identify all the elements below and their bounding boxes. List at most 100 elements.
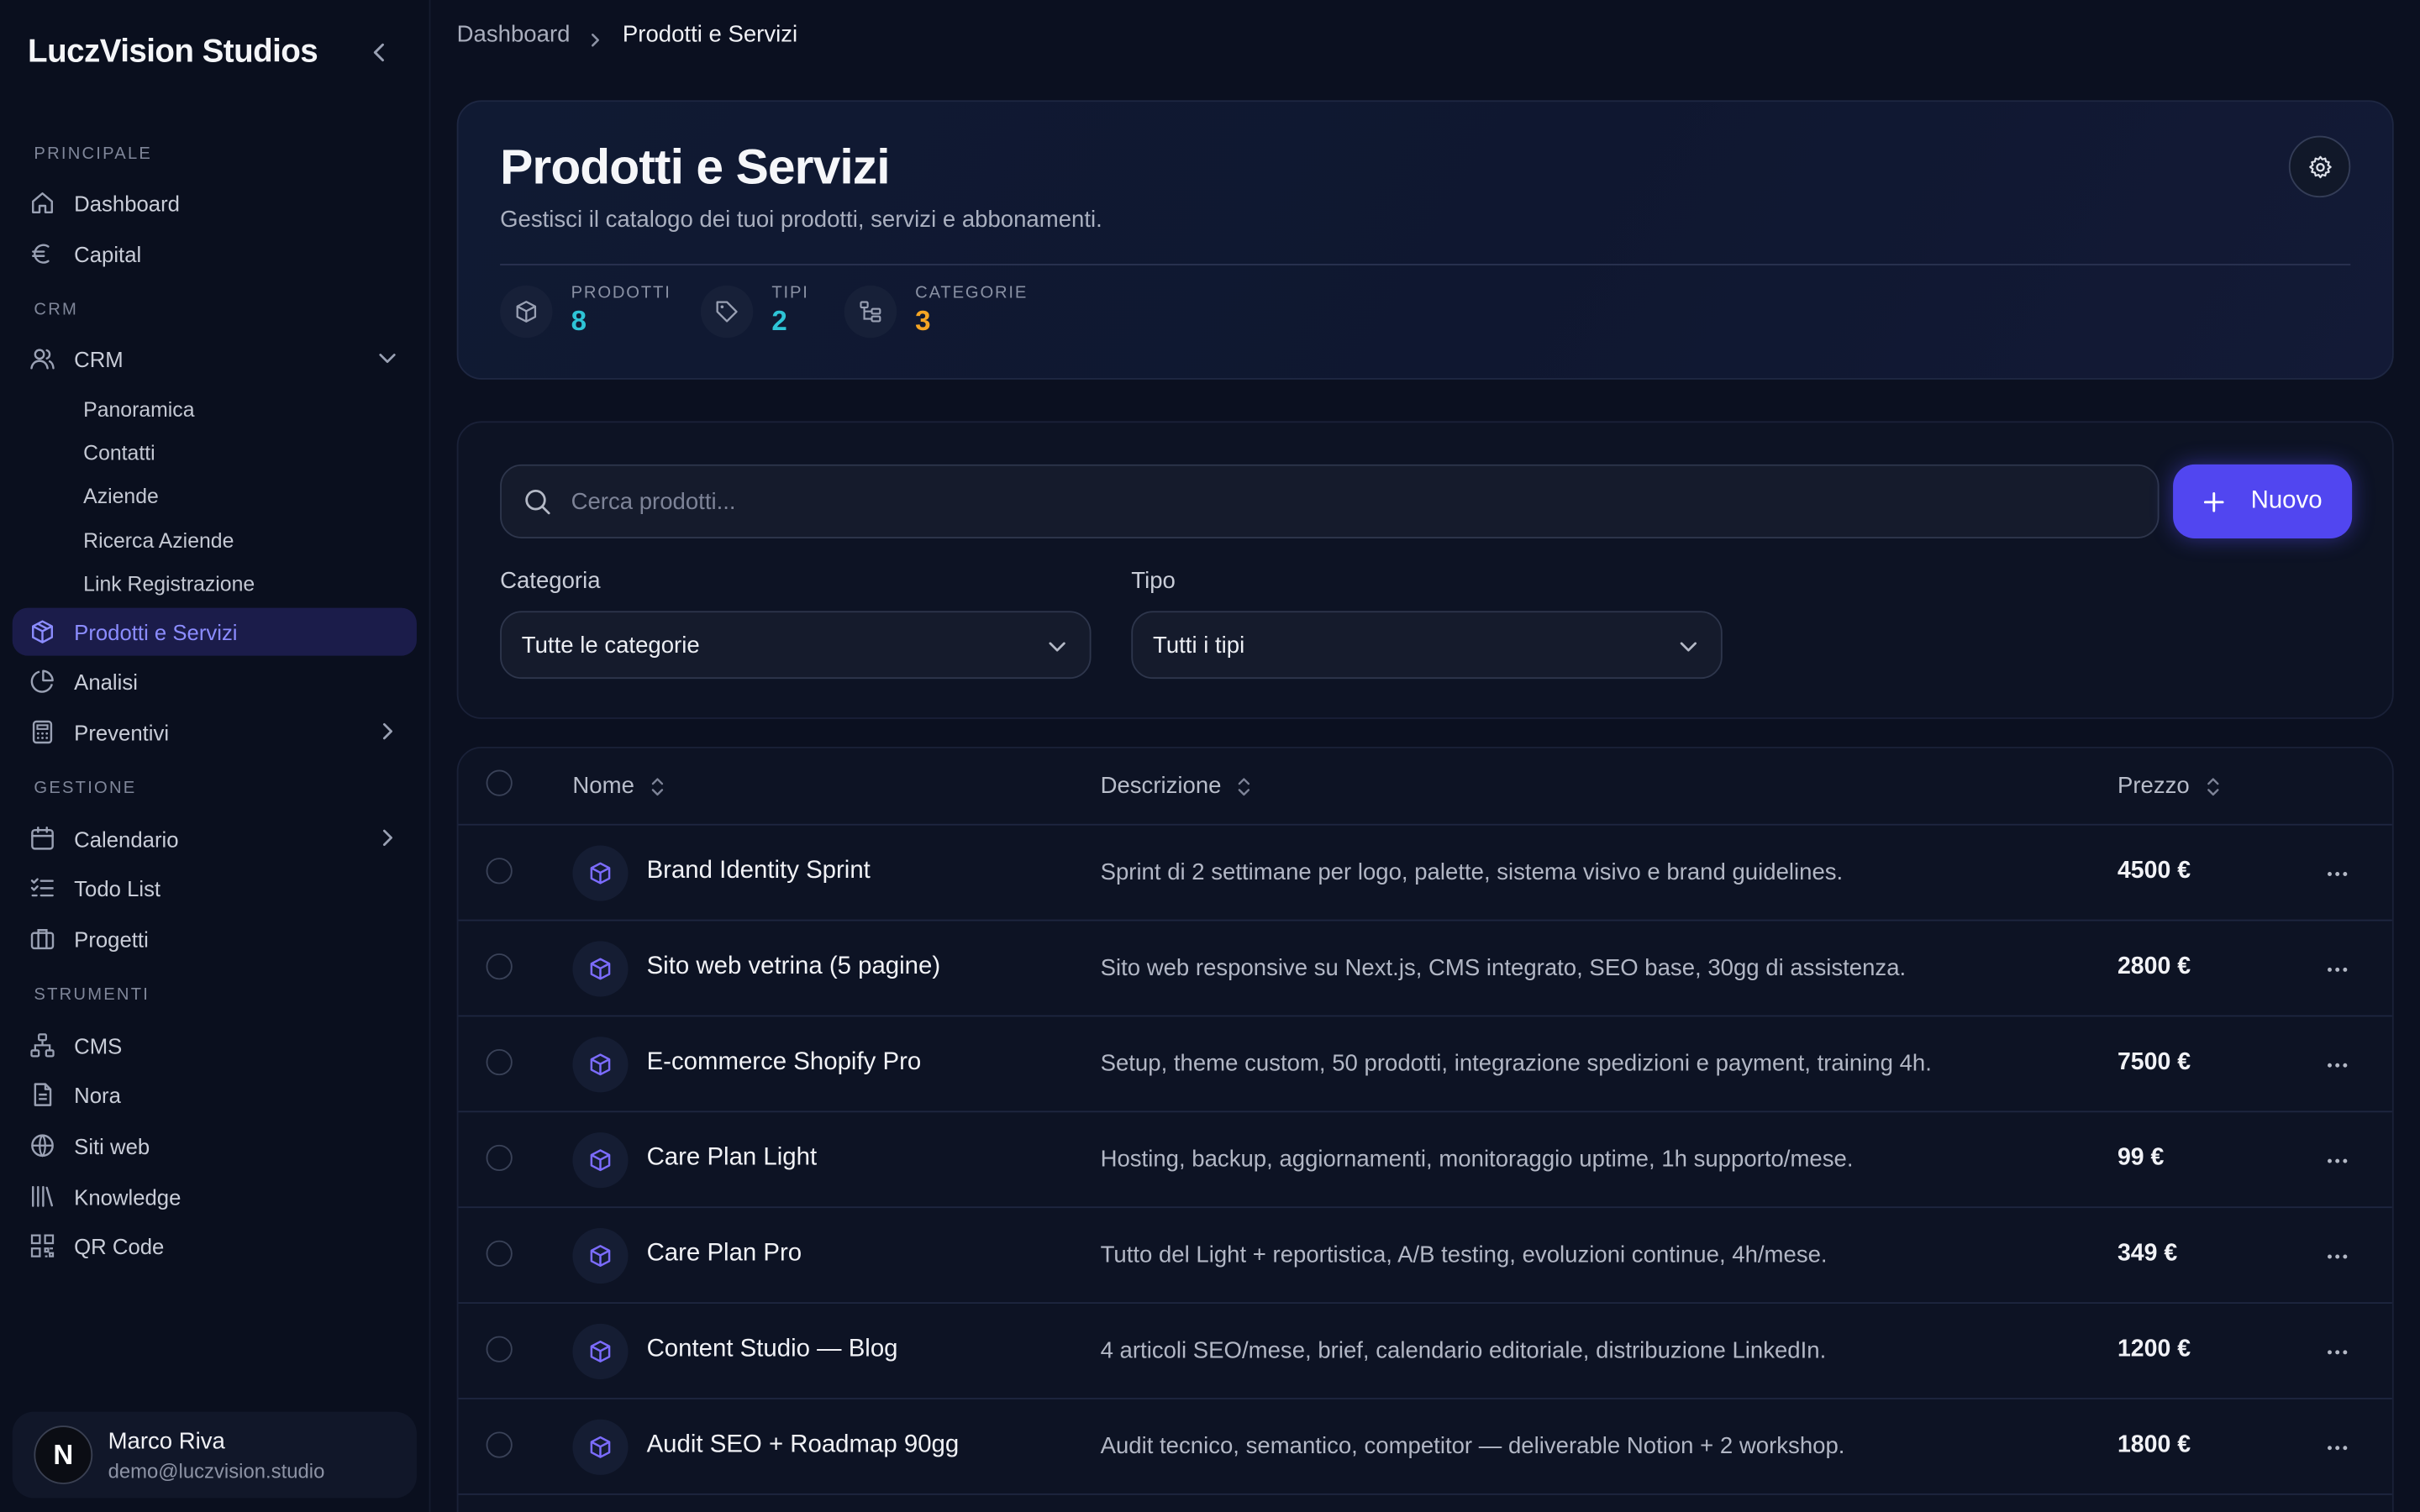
product-name[interactable]: Content Studio — Blog: [647, 1336, 898, 1364]
search-input[interactable]: [571, 488, 1960, 515]
sidebar-item-label: Todo List: [74, 875, 161, 900]
stat-value: 8: [571, 305, 587, 337]
tipo-label: Tipo: [1131, 567, 1176, 595]
product-description: 4 articoli SEO/mese, brief, calendario e…: [1100, 1337, 1827, 1364]
user-profile-card[interactable]: N Marco Riva demo@luczvision.studio: [12, 1411, 417, 1499]
sidebar-item-todo-list[interactable]: Todo List: [13, 864, 417, 912]
package-icon: [572, 941, 629, 997]
tipo-select[interactable]: Tutti i tipi: [1131, 611, 1723, 680]
row-checkbox[interactable]: [486, 1336, 513, 1362]
sidebar-item-label: Calendario: [74, 826, 179, 851]
sidebar-item-qr-code[interactable]: QR Code: [13, 1222, 417, 1270]
sidebar-subitem-aziende[interactable]: Aziende: [83, 485, 159, 508]
home-icon: [28, 189, 55, 217]
table-row[interactable]: E-commerce Shopify Pro Setup, theme cust…: [458, 1016, 2392, 1113]
sidebar-subitem-contatti[interactable]: Contatti: [83, 441, 155, 465]
sidebar-item-analisi[interactable]: Analisi: [13, 657, 417, 705]
stat-label: CATEGORIE: [915, 283, 1028, 302]
row-checkbox[interactable]: [486, 953, 513, 980]
sidebar-item-nora[interactable]: Nora: [13, 1071, 417, 1119]
section-label-crm: CRM: [34, 301, 79, 320]
table-row[interactable]: Content Studio — Blog 4 articoli SEO/mes…: [458, 1304, 2392, 1399]
search-field[interactable]: [500, 464, 2160, 539]
product-name[interactable]: Audit SEO + Roadmap 90gg: [647, 1431, 960, 1459]
folder-tree-icon: [844, 284, 897, 338]
sidebar-subitem-ricerca-aziende[interactable]: Ricerca Aziende: [83, 529, 234, 553]
breadcrumb-dashboard[interactable]: Dashboard: [457, 22, 571, 48]
stat-tipi: TIPI 2: [700, 283, 809, 338]
row-checkbox[interactable]: [486, 1048, 513, 1076]
chevron-right-icon: [376, 721, 398, 743]
column-header-prezzo[interactable]: Prezzo: [2118, 773, 2220, 799]
select-all-checkbox[interactable]: [486, 769, 513, 796]
sidebar-item-label: Preventivi: [74, 719, 170, 745]
column-header-nome[interactable]: Nome: [572, 773, 665, 799]
product-name[interactable]: Brand Identity Sprint: [647, 858, 871, 885]
user-name: Marco Riva: [108, 1427, 225, 1455]
more-actions-icon[interactable]: [2318, 955, 2355, 983]
package-icon: [572, 1419, 629, 1475]
globe-icon: [28, 1131, 55, 1159]
sidebar-item-label: Nora: [74, 1082, 121, 1107]
product-name[interactable]: E-commerce Shopify Pro: [647, 1049, 922, 1077]
sidebar-item-dashboard[interactable]: Dashboard: [13, 179, 417, 227]
row-checkbox[interactable]: [486, 858, 513, 885]
table-row[interactable]: Brand Identity Sprint Sprint di 2 settim…: [458, 826, 2392, 921]
sidebar-subitem-panoramica[interactable]: Panoramica: [83, 398, 194, 422]
sort-icon: [650, 775, 665, 797]
sidebar-item-cms[interactable]: CMS: [13, 1021, 417, 1069]
table-row[interactable]: Sito web vetrina (5 pagine) Sito web res…: [458, 921, 2392, 1017]
divider: [500, 264, 2351, 265]
categoria-value: Tutte le categorie: [521, 632, 700, 659]
column-header-descrizione[interactable]: Descrizione: [1101, 773, 1253, 799]
brand-logo[interactable]: LuczVision Studios: [28, 34, 318, 71]
sidebar-item-preventivi[interactable]: Preventivi: [13, 708, 417, 756]
product-name[interactable]: Sito web vetrina (5 pagine): [647, 953, 941, 981]
package-icon: [572, 845, 629, 901]
collapse-sidebar-icon[interactable]: [367, 39, 392, 66]
sidebar-item-calendario[interactable]: Calendario: [13, 815, 417, 863]
more-actions-icon[interactable]: [2318, 1433, 2355, 1461]
chevron-right-icon: [376, 827, 398, 848]
sidebar-item-siti-web[interactable]: Siti web: [13, 1121, 417, 1169]
row-checkbox[interactable]: [486, 1240, 513, 1267]
table-row[interactable]: Care Plan Pro Tutto del Light + reportis…: [458, 1208, 2392, 1305]
more-actions-icon[interactable]: [2318, 1051, 2355, 1079]
chevron-down-icon: [1677, 636, 1699, 658]
sidebar-item-progetti[interactable]: Progetti: [13, 915, 417, 963]
briefcase-icon: [28, 925, 55, 953]
more-actions-icon[interactable]: [2318, 1147, 2355, 1174]
product-description: Audit tecnico, semantico, competitor — d…: [1100, 1433, 1845, 1460]
stat-label: PRODOTTI: [571, 283, 671, 302]
sidebar-item-label: Dashboard: [74, 190, 180, 216]
sitemap-icon: [28, 1032, 55, 1059]
sidebar-item-prodotti-servizi[interactable]: Prodotti e Servizi: [12, 607, 417, 656]
sidebar-item-crm[interactable]: CRM: [13, 335, 417, 383]
product-name[interactable]: Care Plan Light: [647, 1145, 818, 1173]
more-actions-icon[interactable]: [2318, 1337, 2355, 1365]
sidebar-subitem-link-registrazione[interactable]: Link Registrazione: [83, 572, 255, 596]
sidebar-item-knowledge[interactable]: Knowledge: [13, 1173, 417, 1221]
product-description: Sito web responsive su Next.js, CMS inte…: [1100, 954, 1907, 982]
product-name[interactable]: Care Plan Pro: [647, 1241, 802, 1268]
more-actions-icon[interactable]: [2318, 1242, 2355, 1270]
sidebar-item-label: Siti web: [74, 1133, 150, 1158]
product-price: 349 €: [2117, 1240, 2178, 1267]
package-icon: [572, 1132, 629, 1189]
tipo-value: Tutti i tipi: [1153, 632, 1245, 659]
sidebar-item-capital[interactable]: Capital: [13, 230, 417, 278]
stat-label: TIPI: [771, 283, 809, 302]
page-header-card: Prodotti e Servizi Gestisci il catalogo …: [456, 100, 2394, 380]
categoria-select[interactable]: Tutte le categorie: [500, 611, 1092, 680]
table-row[interactable]: Audit SEO + Roadmap 90gg Audit tecnico, …: [458, 1399, 2392, 1495]
table-row[interactable]: Care Plan Light Hosting, backup, aggiorn…: [458, 1112, 2392, 1209]
row-checkbox[interactable]: [486, 1431, 513, 1458]
more-actions-icon[interactable]: [2318, 859, 2355, 887]
product-price: 2800 €: [2117, 953, 2191, 980]
sort-icon: [2205, 775, 2220, 797]
column-label: Descrizione: [1100, 773, 1222, 800]
row-checkbox[interactable]: [486, 1144, 513, 1172]
new-product-button[interactable]: Nuovo: [2173, 464, 2353, 539]
settings-button[interactable]: [2288, 135, 2351, 198]
product-price: 7500 €: [2117, 1048, 2191, 1076]
